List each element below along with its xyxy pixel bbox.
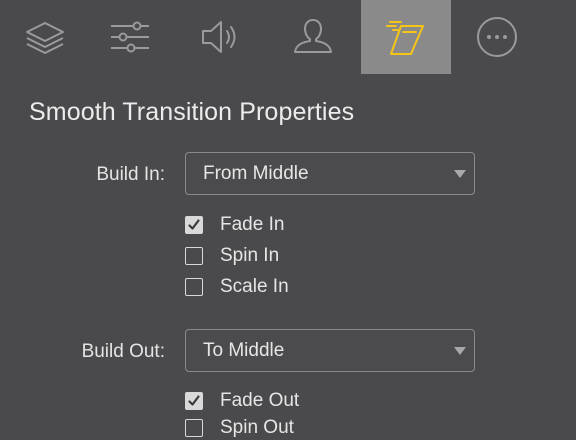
checkbox-label: Spin In xyxy=(220,245,280,266)
person-icon xyxy=(290,14,336,60)
checkbox-checked-icon[interactable] xyxy=(185,392,203,410)
build-out-label: Build Out: xyxy=(81,341,165,362)
build-in-label: Build In: xyxy=(96,164,165,185)
tab-smooth-transition[interactable] xyxy=(361,0,451,74)
checkbox-label: Scale In xyxy=(220,276,289,297)
speaker-icon xyxy=(197,14,243,60)
tab-settings[interactable] xyxy=(85,0,175,74)
tab-user[interactable] xyxy=(268,0,358,74)
build-in-select[interactable]: From Middle xyxy=(185,152,475,195)
tab-more[interactable] xyxy=(452,0,542,74)
checkbox-spin-in[interactable]: Spin In xyxy=(185,244,279,268)
tab-audio[interactable] xyxy=(175,0,265,74)
build-out-select[interactable]: To Middle xyxy=(185,329,475,372)
checkbox-spin-out[interactable]: Spin Out xyxy=(185,416,294,440)
build-in-selected-value: From Middle xyxy=(203,163,309,184)
dropdown-arrow-icon xyxy=(454,170,466,178)
layers-icon xyxy=(22,14,68,60)
build-out-selected-value: To Middle xyxy=(203,340,285,361)
checkbox-unchecked-icon[interactable] xyxy=(185,419,203,437)
sliders-icon xyxy=(107,14,153,60)
checkbox-label: Spin Out xyxy=(220,417,294,438)
panel-title: Smooth Transition Properties xyxy=(29,98,355,126)
checkbox-unchecked-icon[interactable] xyxy=(185,247,203,265)
checkbox-label: Fade Out xyxy=(220,390,300,411)
checkbox-fade-out[interactable]: Fade Out xyxy=(185,389,299,413)
checkbox-fade-in[interactable]: Fade In xyxy=(185,213,284,237)
inspector-toolbar xyxy=(0,0,576,74)
dropdown-arrow-icon xyxy=(454,347,466,355)
more-icon xyxy=(474,14,520,60)
checkbox-label: Fade In xyxy=(220,214,285,235)
checkbox-scale-in[interactable]: Scale In xyxy=(185,275,289,299)
checkbox-checked-icon[interactable] xyxy=(185,216,203,234)
checkbox-unchecked-icon[interactable] xyxy=(185,278,203,296)
tab-layers[interactable] xyxy=(0,0,90,74)
smooth-transition-icon xyxy=(383,14,429,60)
